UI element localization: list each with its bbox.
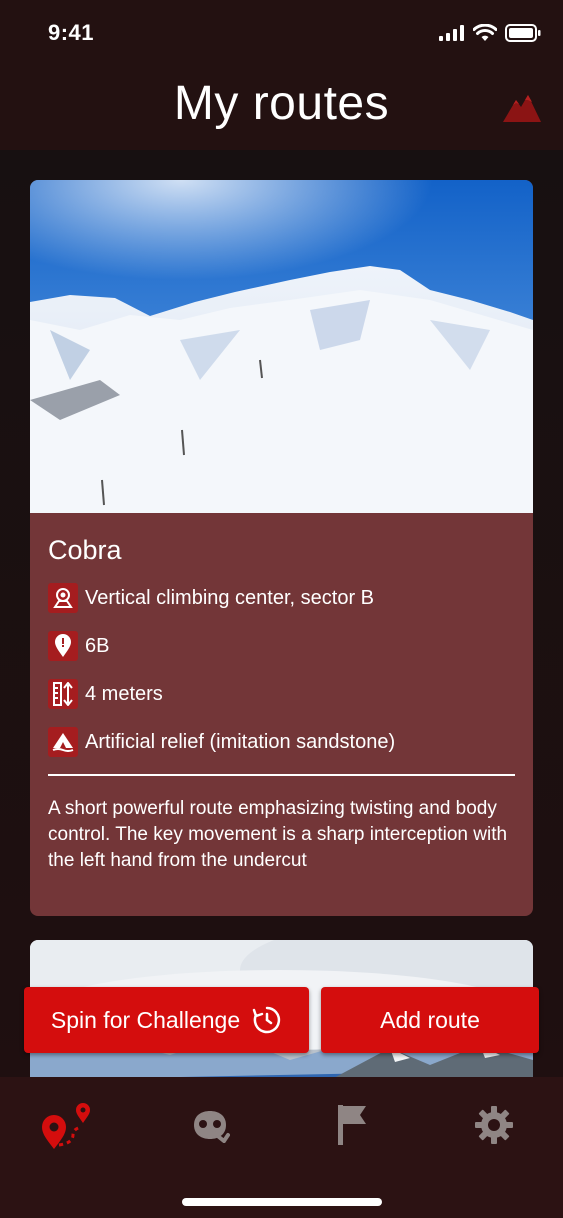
route-relief: Artificial relief (imitation sandstone) (85, 730, 396, 753)
location-row: Vertical climbing center, sector B (48, 582, 515, 614)
height-icon (48, 679, 78, 709)
spin-label: Spin for Challenge (50, 1006, 241, 1033)
tab-climber[interactable] (180, 1095, 240, 1155)
tab-flag[interactable] (322, 1095, 382, 1155)
add-route-label: Add route (380, 1006, 480, 1033)
spin-icon (252, 1006, 281, 1034)
relief-mountain-icon (48, 727, 78, 757)
status-time: 9:41 (48, 20, 95, 45)
route-grade: 6B (85, 634, 110, 657)
status-icons (439, 24, 541, 42)
add-route-button[interactable]: Add route (321, 987, 539, 1053)
route-description: A short powerful route emphasizing twist… (48, 798, 508, 871)
home-indicator (182, 1198, 382, 1206)
settings-icon (475, 1106, 513, 1144)
battery-icon (505, 24, 541, 42)
route-length: 4 meters (85, 682, 163, 705)
route-photo (30, 180, 533, 513)
routes-icon (42, 1103, 90, 1149)
route-name: Cobra (48, 535, 122, 565)
spin-challenge-button[interactable]: Spin for Challenge (24, 987, 309, 1053)
grade-row: 6B (48, 630, 515, 662)
relief-row: Artificial relief (imitation sandstone) (48, 726, 515, 758)
tab-settings[interactable] (464, 1095, 524, 1155)
wifi-icon (473, 24, 497, 41)
climber-icon (194, 1111, 230, 1143)
route-details: Cobra Vertical climbing center, sector B (48, 535, 515, 874)
tab-routes[interactable] (38, 1095, 98, 1155)
tab-bar (0, 1077, 563, 1218)
routes-list[interactable]: Cobra Vertical climbing center, sector B (0, 150, 563, 1077)
divider (48, 774, 515, 776)
location-pin-icon (48, 583, 78, 613)
route-location: Vertical climbing center, sector B (85, 586, 375, 609)
page-title: My routes (173, 77, 390, 130)
length-row: 4 meters (48, 678, 515, 710)
status-bar: 9:41 (0, 0, 563, 70)
route-card[interactable]: Cobra Vertical climbing center, sector B (30, 180, 533, 916)
signal-icon (439, 25, 464, 41)
header: My routes (0, 70, 563, 150)
grade-pin-icon (48, 631, 78, 661)
mountain-icon[interactable] (503, 92, 541, 122)
flag-icon (338, 1105, 366, 1145)
